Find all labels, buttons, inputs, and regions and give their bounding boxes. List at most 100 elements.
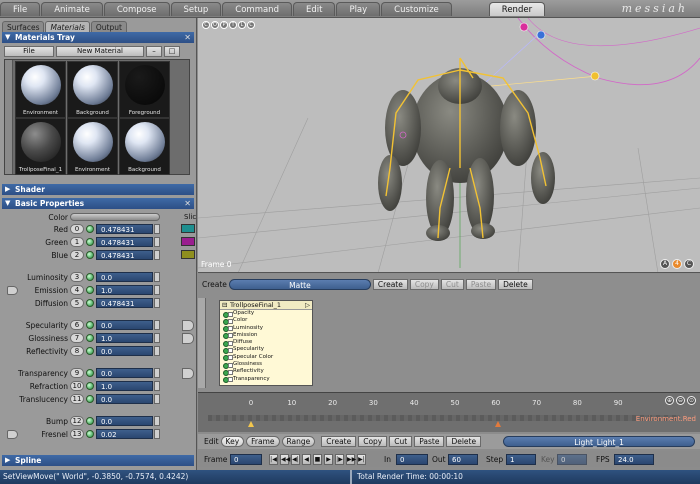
- menu-tab-command[interactable]: Command: [222, 2, 292, 16]
- step-forward-icon[interactable]: |▶: [335, 454, 344, 465]
- envelope-icon[interactable]: [86, 347, 94, 355]
- node-input-item[interactable]: Glossiness: [220, 361, 312, 369]
- material-thumbnail[interactable]: TrollposeFinal_1: [15, 118, 66, 175]
- spinner-arrows-icon[interactable]: [154, 368, 160, 378]
- spinner-arrows-icon[interactable]: [154, 429, 160, 439]
- material-thumbnail[interactable]: Foreground: [119, 61, 170, 118]
- node-input-item[interactable]: Opacity: [220, 310, 312, 318]
- node-input-item[interactable]: Transparency: [220, 376, 312, 384]
- property-value-field[interactable]: 0.0: [96, 416, 153, 426]
- material-thumbnail[interactable]: Background: [67, 61, 118, 118]
- node-collapse-icon[interactable]: ⊟: [222, 301, 227, 310]
- envelope-icon[interactable]: [86, 382, 94, 390]
- copy-node-button[interactable]: Copy: [409, 279, 439, 290]
- materials-tray-header[interactable]: ▼ Materials Tray ✕: [2, 32, 194, 43]
- cut-key-button[interactable]: Cut: [389, 436, 413, 447]
- key-track[interactable]: [208, 415, 680, 421]
- node-input-item[interactable]: Color: [220, 317, 312, 326]
- envelope-toggle[interactable]: [7, 286, 18, 295]
- spinner-arrows-icon[interactable]: [154, 237, 160, 247]
- viewport-mode-icon[interactable]: L: [238, 21, 246, 29]
- key-toggle[interactable]: Key: [220, 436, 245, 447]
- envelope-toggle[interactable]: [7, 430, 18, 439]
- close-icon[interactable]: ✕: [184, 32, 191, 43]
- viewport-mode-icon[interactable]: T: [229, 21, 237, 29]
- dropdown-icon[interactable]: –: [146, 46, 162, 57]
- node-input-item[interactable]: Luminosity: [220, 325, 312, 333]
- channel-number[interactable]: 13: [70, 429, 84, 439]
- material-thumbnail[interactable]: Environment: [67, 118, 118, 175]
- spinner-arrows-icon[interactable]: [154, 285, 160, 295]
- envelope-icon[interactable]: [86, 395, 94, 403]
- material-thumbnail[interactable]: Background: [119, 118, 170, 175]
- property-value-field[interactable]: 0.478431: [96, 250, 153, 260]
- new-material-button[interactable]: New Material: [56, 46, 144, 57]
- b-handle-icon[interactable]: [519, 22, 529, 32]
- delete-node-button[interactable]: Delete: [498, 279, 533, 290]
- property-value-field[interactable]: 0.478431: [96, 298, 153, 308]
- property-value-field[interactable]: 0.02: [96, 429, 153, 439]
- property-value-field[interactable]: 0.478431: [96, 237, 153, 247]
- property-value-field[interactable]: 0.0: [96, 346, 153, 356]
- channel-number[interactable]: 7: [70, 333, 84, 343]
- property-value-field[interactable]: 0.0: [96, 272, 153, 282]
- spinner-arrows-icon[interactable]: [154, 416, 160, 426]
- spinner-arrows-icon[interactable]: [154, 250, 160, 260]
- basic-properties-header[interactable]: ▼ Basic Properties ✕: [2, 198, 194, 209]
- frame-toggle[interactable]: Frame: [246, 436, 280, 447]
- menu-tab-setup[interactable]: Setup: [170, 2, 222, 16]
- viewport-mode-icon[interactable]: C: [247, 21, 255, 29]
- paste-key-button[interactable]: Paste: [414, 436, 445, 447]
- timeline[interactable]: 0 10 20 30 40 50 60 70 80 90 ⊕ ⊖ ⊙ Environment.Re…: [198, 392, 700, 432]
- shader-scrollbar[interactable]: [198, 298, 206, 388]
- channel-number[interactable]: 4: [70, 285, 84, 295]
- spinner-arrows-icon[interactable]: [154, 224, 160, 234]
- menu-tab-play[interactable]: Play: [336, 2, 381, 16]
- envelope-icon[interactable]: [86, 369, 94, 377]
- spinner-arrows-icon[interactable]: [154, 272, 160, 282]
- step-back-icon[interactable]: ◀|: [291, 454, 300, 465]
- color-swatch[interactable]: [181, 250, 195, 259]
- cut-node-button[interactable]: Cut: [440, 279, 464, 290]
- envelope-icon[interactable]: [86, 238, 94, 246]
- play-reverse-icon[interactable]: ◀: [302, 454, 311, 465]
- in-field[interactable]: 0: [396, 454, 428, 465]
- property-value-field[interactable]: 0.0: [96, 394, 153, 404]
- node-arrow-icon[interactable]: ▷: [305, 301, 310, 310]
- viewport-option-icon[interactable]: C: [684, 259, 694, 269]
- zoom-out-icon[interactable]: ⊖: [676, 396, 685, 405]
- spinner-arrows-icon[interactable]: [154, 333, 160, 343]
- copy-key-button[interactable]: Copy: [358, 436, 388, 447]
- material-thumbnail[interactable]: Environment: [15, 61, 66, 118]
- property-value-field[interactable]: 1.0: [96, 333, 153, 343]
- zoom-icon[interactable]: ⊕: [665, 396, 674, 405]
- viewport-mode-icon[interactable]: C: [202, 21, 210, 29]
- channel-number[interactable]: 10: [70, 381, 84, 391]
- fps-field[interactable]: 24.0: [614, 454, 654, 465]
- spline-section-header[interactable]: ▶ Spline: [2, 455, 194, 466]
- file-button[interactable]: File: [4, 46, 54, 57]
- fast-forward-icon[interactable]: ▶▶: [346, 454, 356, 465]
- key-field[interactable]: 0: [557, 454, 587, 465]
- envelope-icon[interactable]: [86, 321, 94, 329]
- channel-number[interactable]: 2: [70, 250, 84, 260]
- texture-tab[interactable]: [182, 333, 194, 344]
- node-input-item[interactable]: Specular Color: [220, 354, 312, 362]
- item-select[interactable]: Light_Light_1: [503, 436, 696, 447]
- delete-key-button[interactable]: Delete: [446, 436, 482, 447]
- 3d-viewport[interactable]: COPTLC Frame 0 A4C: [198, 18, 700, 273]
- viewport-option-icon[interactable]: 4: [672, 259, 682, 269]
- node-input-item[interactable]: Emission: [220, 332, 312, 340]
- envelope-icon[interactable]: [86, 225, 94, 233]
- fit-icon[interactable]: ⊙: [687, 396, 696, 405]
- paste-node-button[interactable]: Paste: [465, 279, 497, 290]
- property-value-field[interactable]: 0.478431: [96, 224, 153, 234]
- tray-scrollbar[interactable]: [5, 60, 13, 174]
- node-input-item[interactable]: Reflectivity: [220, 368, 312, 377]
- channel-number[interactable]: 11: [70, 394, 84, 404]
- channel-number[interactable]: 1: [70, 237, 84, 247]
- envelope-icon[interactable]: [86, 334, 94, 342]
- channel-number[interactable]: 12: [70, 416, 84, 426]
- menu-tab-edit[interactable]: Edit: [292, 2, 336, 16]
- envelope-icon[interactable]: [86, 251, 94, 259]
